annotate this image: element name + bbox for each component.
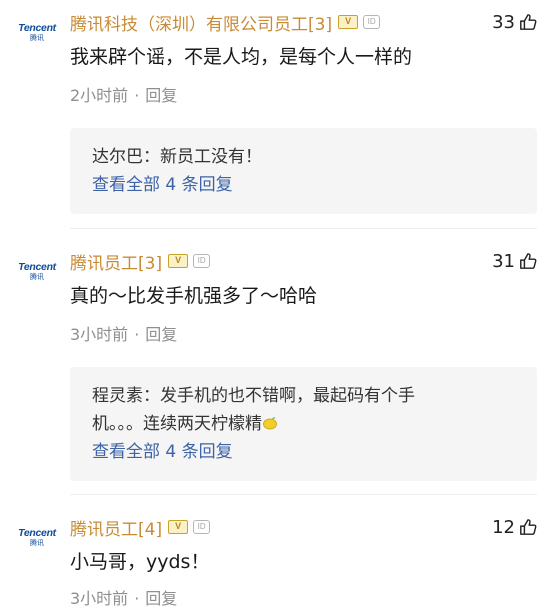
username[interactable]: 腾讯科技（深圳）有限公司员工[3] — [70, 10, 332, 35]
timestamp: 3小时前 — [70, 325, 129, 344]
timestamp: 3小时前 — [70, 589, 129, 608]
reply-text: 新员工没有！ — [160, 147, 262, 167]
meta-separator: · — [134, 325, 140, 344]
verified-badge-icon: V — [168, 520, 189, 534]
thumbs-up-icon — [520, 519, 537, 535]
tencent-logo-cn: 腾讯 — [30, 34, 44, 42]
reply-author[interactable]: 达尔巴： — [92, 147, 160, 167]
meta-separator: · — [134, 86, 140, 105]
tencent-logo-cn: 腾讯 — [30, 273, 44, 281]
reply-link[interactable]: 回复 — [145, 589, 177, 608]
username[interactable]: 腾讯员工[4] — [70, 515, 162, 540]
divider — [70, 228, 537, 229]
reply-preview: 程灵素：发手机的也不错啊，最起码有个手 — [92, 382, 515, 410]
reply-preview-box[interactable]: 程灵素：发手机的也不错啊，最起码有个手 机。。。连续两天柠檬精 查看全部 4 条… — [70, 367, 537, 481]
tencent-logo-cn: 腾讯 — [30, 539, 44, 547]
verified-badge-icon: V — [338, 15, 359, 29]
like-button[interactable]: 12 — [492, 515, 537, 539]
like-button[interactable]: 33 — [492, 10, 537, 34]
reply-text-continued: 机。。。连续两天柠檬精 — [92, 414, 262, 434]
divider — [70, 494, 537, 495]
like-count: 12 — [492, 516, 515, 538]
reply-link[interactable]: 回复 — [145, 86, 177, 105]
tencent-logo-text: Tencent — [18, 22, 56, 34]
reply-preview-line2: 机。。。连续两天柠檬精 — [92, 410, 515, 438]
like-count: 31 — [492, 250, 515, 272]
timestamp: 2小时前 — [70, 86, 129, 105]
username[interactable]: 腾讯员工[3] — [70, 249, 162, 274]
verified-badge-icon: V — [168, 254, 189, 268]
view-all-replies-link[interactable]: 查看全部 4 条回复 — [92, 438, 515, 466]
reply-preview-box[interactable]: 达尔巴：新员工没有！ 查看全部 4 条回复 — [70, 128, 537, 214]
avatar[interactable]: Tencent 腾讯 — [10, 261, 64, 305]
like-button[interactable]: 31 — [492, 249, 537, 273]
reply-text: 发手机的也不错啊，最起码有个手 — [160, 386, 415, 406]
comment-text: 小马哥，yyds！ — [70, 551, 210, 573]
thumbs-up-icon — [520, 253, 537, 269]
view-all-replies-link[interactable]: 查看全部 4 条回复 — [92, 171, 515, 199]
tencent-logo-text: Tencent — [18, 527, 56, 539]
like-count: 33 — [492, 11, 515, 33]
avatar[interactable]: Tencent 腾讯 — [10, 527, 64, 571]
avatar[interactable]: Tencent 腾讯 — [10, 22, 64, 66]
meta-separator: · — [134, 589, 140, 608]
id-badge-icon: ID — [363, 15, 381, 29]
lemon-emoji-icon — [263, 417, 277, 430]
reply-link[interactable]: 回复 — [145, 325, 177, 344]
reply-author[interactable]: 程灵素： — [92, 386, 160, 406]
comment-meta: 3小时前 · 回复 — [70, 324, 177, 346]
id-badge-icon: ID — [193, 254, 211, 268]
comment-text: 真的～比发手机强多了～哈哈 — [70, 285, 318, 307]
thumbs-up-icon — [520, 14, 537, 30]
tencent-logo-text: Tencent — [18, 261, 56, 273]
reply-preview: 达尔巴：新员工没有！ — [92, 143, 515, 171]
comment-meta: 2小时前 · 回复 — [70, 85, 177, 107]
id-badge-icon: ID — [193, 520, 211, 534]
comment-meta: 3小时前 · 回复 — [70, 588, 177, 610]
comment-text: 我来辟个谣，不是人均，是每个人一样的 — [70, 46, 413, 68]
